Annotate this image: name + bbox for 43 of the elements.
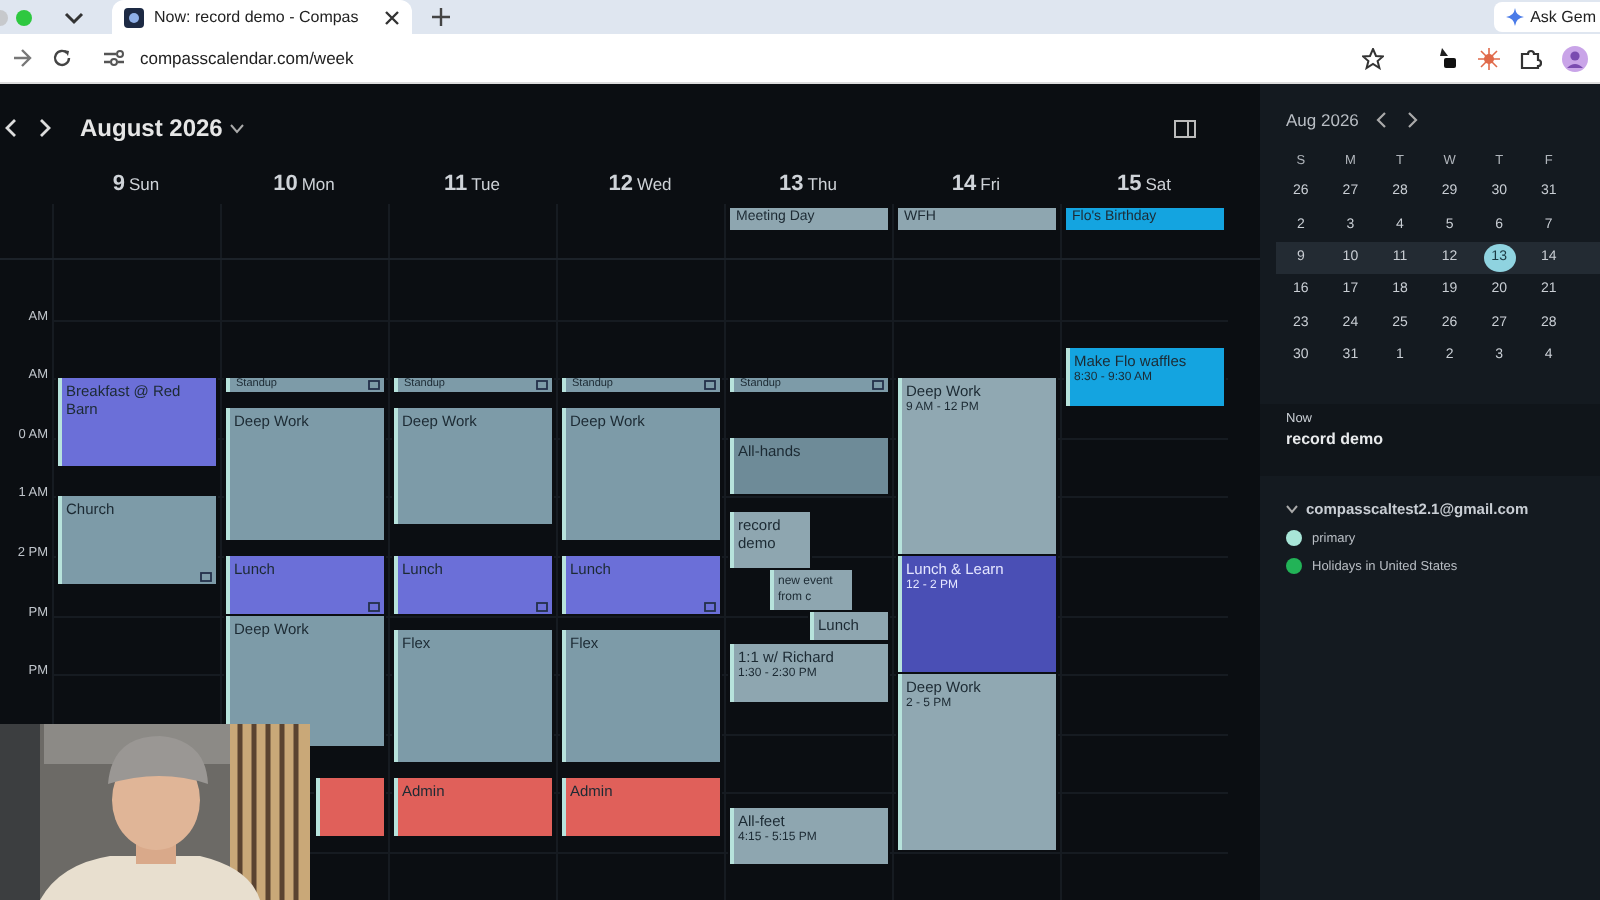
sparkle-icon: [1506, 8, 1525, 26]
day-name[interactable]: Mon: [301, 174, 335, 194]
event-card[interactable]: [316, 778, 384, 836]
day-number[interactable]: 14: [951, 172, 977, 196]
plus-icon[interactable]: [432, 8, 450, 26]
forward-arrow-icon[interactable]: [12, 48, 32, 68]
day-name[interactable]: Fri: [980, 174, 1001, 194]
day-name[interactable]: Thu: [807, 174, 837, 194]
next-month-icon[interactable]: [1406, 112, 1419, 128]
app-icon: [124, 7, 144, 27]
browser-tab[interactable]: Now: record demo - Compas: [112, 0, 412, 34]
extension-icon[interactable]: [1436, 46, 1458, 70]
tab-title: Now: record demo - Compas: [154, 8, 361, 26]
puzzle-icon[interactable]: [1520, 47, 1542, 69]
day-number[interactable]: 9: [112, 172, 125, 196]
sidebar-toggle-icon[interactable]: [1174, 119, 1196, 137]
avatar-icon[interactable]: [1562, 45, 1588, 71]
day-name[interactable]: Wed: [636, 174, 672, 194]
close-icon[interactable]: [384, 9, 400, 25]
chevron-down-icon[interactable]: [1286, 504, 1298, 515]
site-settings-icon[interactable]: [104, 50, 124, 66]
day-number[interactable]: 10: [273, 172, 298, 196]
calendar-color-dot[interactable]: [1286, 558, 1302, 575]
month-picker[interactable]: August 2026: [80, 114, 245, 142]
day-number[interactable]: 13: [779, 172, 804, 196]
month-title: Aug 2026: [1286, 110, 1359, 130]
reload-icon[interactable]: [52, 48, 72, 68]
previous-week-icon[interactable]: [4, 118, 18, 138]
day-name[interactable]: Sun: [129, 174, 160, 194]
now-event: record demo: [1286, 430, 1385, 449]
chevron-down-icon[interactable]: [64, 9, 84, 25]
star-icon[interactable]: [1362, 47, 1384, 69]
next-week-icon[interactable]: [38, 118, 52, 138]
day-number[interactable]: 12: [608, 172, 633, 196]
previous-month-icon[interactable]: [1376, 112, 1389, 128]
calendar-color-dot[interactable]: [1286, 530, 1302, 547]
caret-icon: [230, 123, 245, 133]
day-number[interactable]: 15: [1116, 172, 1142, 196]
ask-button[interactable]: Ask Gem: [1494, 2, 1600, 32]
day-name[interactable]: Sat: [1145, 174, 1171, 194]
day-name[interactable]: Tue: [471, 174, 500, 194]
sparkle-icon[interactable]: [1478, 47, 1500, 69]
day-number[interactable]: 11: [444, 172, 468, 196]
